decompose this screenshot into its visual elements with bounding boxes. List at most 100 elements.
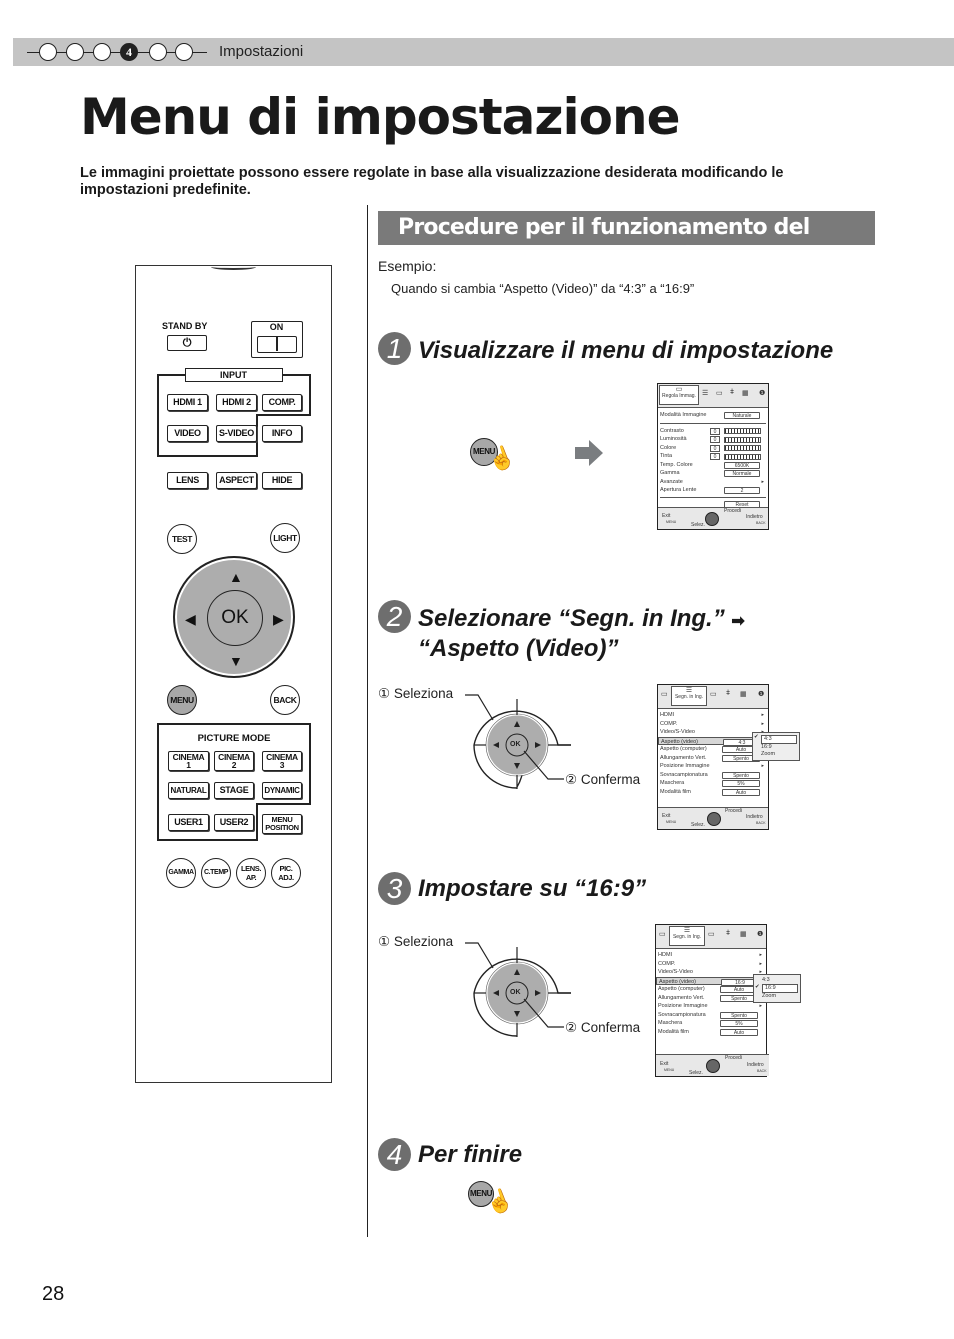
light-button[interactable]: LIGHT	[270, 523, 300, 553]
osd-tab-input-signal[interactable]: ☰ Segn. in Ing.	[669, 926, 705, 946]
comp-button[interactable]: COMP.	[262, 394, 302, 411]
left-arrow-button[interactable]: ◀	[185, 612, 196, 626]
osd-row[interactable]: Apertura Lente 2	[658, 486, 768, 495]
standby-button[interactable]: ⏻	[167, 335, 207, 351]
dynamic-button[interactable]: DYNAMIC	[262, 782, 302, 799]
lens-ap-button[interactable]: LENS. AP.	[236, 858, 266, 888]
osd-row[interactable]: Posizione Immagine ▸	[656, 1002, 766, 1011]
popup-option[interactable]: 4:3	[762, 977, 798, 984]
osd-tab-input-signal[interactable]: ☰ Segn. in Ing.	[671, 686, 707, 706]
osd-row-label: Apertura Lente	[660, 487, 697, 493]
popup-option-selected[interactable]: 4:3	[761, 735, 797, 744]
function-icon[interactable]: ▦	[740, 930, 747, 948]
osd-row[interactable]: Sovracampionatura Spento	[656, 1011, 766, 1020]
input-signal-icon[interactable]: ☰	[702, 389, 708, 407]
osd-row[interactable]: Luminosità 0	[658, 435, 768, 444]
power-icon: ⏻	[182, 337, 192, 349]
osd-row[interactable]: Temp. Colore 6500K	[658, 461, 768, 470]
osd-tab-bar: ▭ Regola Immag. ☰ ▭ ǂ ▦ ❶	[658, 384, 768, 408]
user2-button[interactable]: USER2	[214, 814, 254, 831]
menu-position-button[interactable]: MENU POSITION	[262, 814, 302, 834]
osd-row[interactable]: Modalità Immagine Naturale	[658, 411, 768, 420]
ok-button[interactable]: OK	[207, 590, 263, 646]
chapter-dot	[175, 43, 193, 61]
popup-option[interactable]: 16:9	[761, 744, 797, 751]
test-button[interactable]: TEST	[167, 524, 197, 554]
info-icon[interactable]: ❶	[757, 930, 763, 948]
function-icon[interactable]: ▦	[740, 690, 747, 708]
natural-button[interactable]: NATURAL	[168, 782, 209, 799]
osd-row[interactable]: Contrasto 0	[658, 427, 768, 436]
confirm-label: ② Conferma	[565, 1020, 640, 1036]
user1-button[interactable]: USER1	[168, 814, 209, 831]
osd-row[interactable]: Avanzate ▸	[658, 478, 768, 487]
stage-button[interactable]: STAGE	[214, 782, 254, 799]
osd-row[interactable]: Modalità film Auto	[656, 1028, 766, 1037]
osd-row[interactable]: COMP. ▸	[658, 720, 768, 729]
osd-row[interactable]: COMP. ▸	[656, 960, 766, 969]
osd-row-selected[interactable]: Aspetto (video) 16:9	[656, 976, 766, 986]
right-arrow-icon	[575, 440, 603, 466]
chapter-dot	[39, 43, 57, 61]
osd-row[interactable]: HDMI ▸	[658, 711, 768, 720]
gamma-button[interactable]: GAMMA	[166, 858, 196, 888]
setup-icon[interactable]: ▭	[708, 930, 715, 948]
popup-option-selected[interactable]: 16:9	[762, 984, 798, 993]
on-button-divider	[276, 337, 278, 351]
remote-control: STAND BY ⏻ ON INPUT HDMI 1 HDMI 2 COMP. …	[135, 265, 332, 1083]
up-arrow-button[interactable]: ▲	[229, 570, 243, 584]
picture-icon[interactable]: ▭	[661, 690, 668, 708]
osd-tab-picture-adjust[interactable]: ▭ Regola Immag.	[659, 385, 699, 405]
back-button[interactable]: BACK	[270, 685, 300, 715]
picture-icon[interactable]: ▭	[659, 930, 666, 948]
osd-row-label: Posizione Immagine	[660, 763, 710, 769]
osd-row[interactable]: Allungamento Vert. Spento	[656, 994, 766, 1003]
hdmi2-button[interactable]: HDMI 2	[216, 394, 257, 411]
osd-row[interactable]: Tinta 0	[658, 452, 768, 461]
slider-bar[interactable]	[724, 428, 761, 434]
lens-button[interactable]: LENS	[167, 472, 208, 489]
cinema2-button[interactable]: CINEMA 2	[214, 751, 254, 771]
install-icon[interactable]: ǂ	[726, 690, 730, 708]
popup-option[interactable]: Zoom	[761, 751, 797, 758]
osd-row[interactable]: HDMI ▸	[656, 951, 766, 960]
hide-button[interactable]: HIDE	[262, 472, 302, 489]
hdmi1-button[interactable]: HDMI 1	[167, 394, 208, 411]
chapter-dot	[66, 43, 84, 61]
osd-row[interactable]: Gamma Normale	[658, 469, 768, 478]
setup-icon[interactable]: ▭	[710, 690, 717, 708]
osd-row[interactable]: Maschera 5%	[656, 1019, 766, 1028]
slider-bar[interactable]	[724, 445, 761, 451]
osd-row-label: Posizione Immagine	[658, 1003, 708, 1009]
on-button-group: ON	[251, 321, 303, 358]
circled-2: ②	[565, 1020, 578, 1035]
osd-row[interactable]: Modalità film Auto	[658, 788, 768, 797]
osd-row[interactable]: Sovracampionatura Spento	[658, 771, 768, 780]
info-icon[interactable]: ❶	[758, 690, 764, 708]
function-icon[interactable]: ▦	[742, 389, 749, 407]
osd-row[interactable]: Posizione Immagine ▸	[658, 762, 768, 771]
info-button[interactable]: INFO	[262, 425, 302, 442]
pic-adj-button[interactable]: PIC. ADJ.	[271, 858, 301, 888]
cinema3-button[interactable]: CINEMA 3	[262, 751, 302, 771]
setup-icon[interactable]: ▭	[716, 389, 723, 407]
slider-bar[interactable]	[724, 436, 761, 443]
slider-bar[interactable]	[724, 453, 761, 460]
osd-row[interactable]: Video/S-Video▸	[656, 968, 766, 977]
on-button[interactable]	[257, 336, 297, 353]
video-button[interactable]: VIDEO	[167, 425, 208, 442]
popup-option[interactable]: Zoom	[762, 993, 798, 1000]
info-icon[interactable]: ❶	[759, 389, 765, 407]
osd-row[interactable]: Aspetto (computer) Auto	[656, 985, 766, 994]
aspect-button[interactable]: ASPECT	[216, 472, 257, 489]
osd-row[interactable]: Colore 0	[658, 444, 768, 453]
osd-row[interactable]: Maschera 5%	[658, 779, 768, 788]
cinema1-button[interactable]: CINEMA 1	[168, 751, 209, 771]
c-temp-button[interactable]: C.TEMP	[201, 858, 231, 888]
menu-button[interactable]: MENU	[167, 685, 197, 715]
install-icon[interactable]: ǂ	[726, 930, 730, 948]
right-arrow-button[interactable]: ▶	[273, 612, 284, 626]
down-arrow-button[interactable]: ▼	[229, 654, 243, 668]
s-video-button[interactable]: S-VIDEO	[216, 425, 257, 442]
install-icon[interactable]: ǂ	[730, 389, 734, 407]
